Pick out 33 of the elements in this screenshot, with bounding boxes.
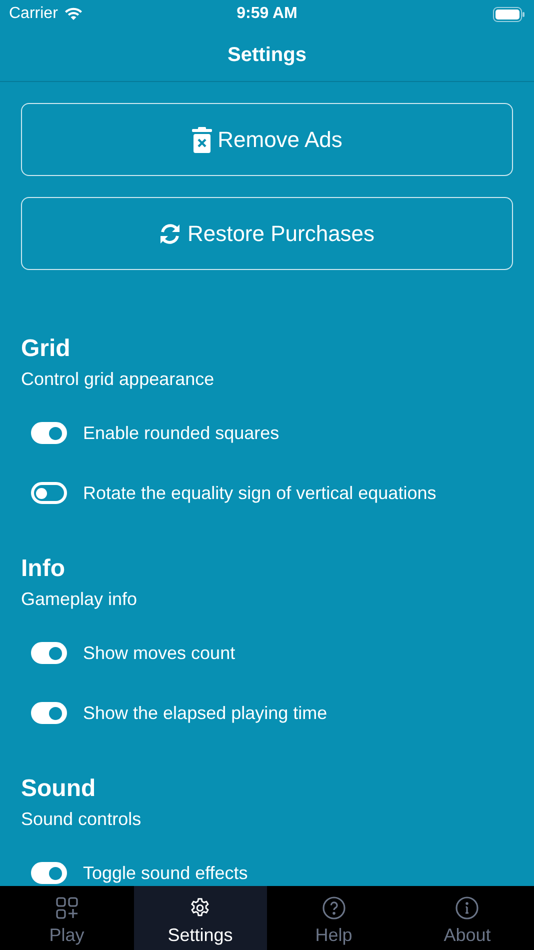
section-heading: Sound — [21, 774, 97, 804]
clock-label: 9:59 AM — [236, 4, 298, 24]
option-label: Rotate the equality sign of vertical equations — [83, 482, 436, 505]
tab-bar-item[interactable]: Play — [0, 886, 134, 950]
info-icon — [455, 896, 480, 920]
screen-title: Settings — [228, 42, 306, 68]
tab-bar-item[interactable]: Settings — [134, 886, 267, 950]
help-icon — [322, 896, 346, 920]
toggle-switch[interactable] — [31, 642, 67, 664]
section-subtitle: Sound controls — [21, 808, 142, 830]
tab-bar-item[interactable]: Help — [267, 886, 400, 950]
option-label: Toggle sound effects — [83, 862, 248, 885]
carrier-label: Carrier — [9, 4, 58, 24]
section-heading: Info — [21, 554, 66, 584]
option-label: Show moves count — [83, 642, 236, 664]
battery-icon — [493, 6, 525, 22]
section-subtitle: Gameplay info — [21, 588, 138, 610]
trash-icon — [192, 126, 212, 152]
settings-icon — [189, 897, 212, 919]
toggle-switch[interactable] — [31, 482, 67, 504]
toggle-switch[interactable] — [31, 862, 67, 884]
purchase-button[interactable]: Remove Ads — [21, 103, 513, 176]
option-label: Show the elapsed playing time — [83, 702, 328, 725]
toggle-switch[interactable] — [31, 422, 67, 444]
section-subtitle: Control grid appearance — [21, 368, 216, 390]
section-heading: Grid — [21, 334, 72, 364]
refresh-icon — [159, 222, 182, 244]
tab-bar-item[interactable]: About — [400, 886, 534, 950]
toggle-switch[interactable] — [31, 702, 67, 724]
wifi-icon — [64, 7, 83, 21]
grid-plus-icon — [56, 897, 78, 919]
option-label: Enable rounded squares — [83, 422, 280, 445]
purchase-button[interactable]: Restore Purchases — [21, 197, 513, 270]
